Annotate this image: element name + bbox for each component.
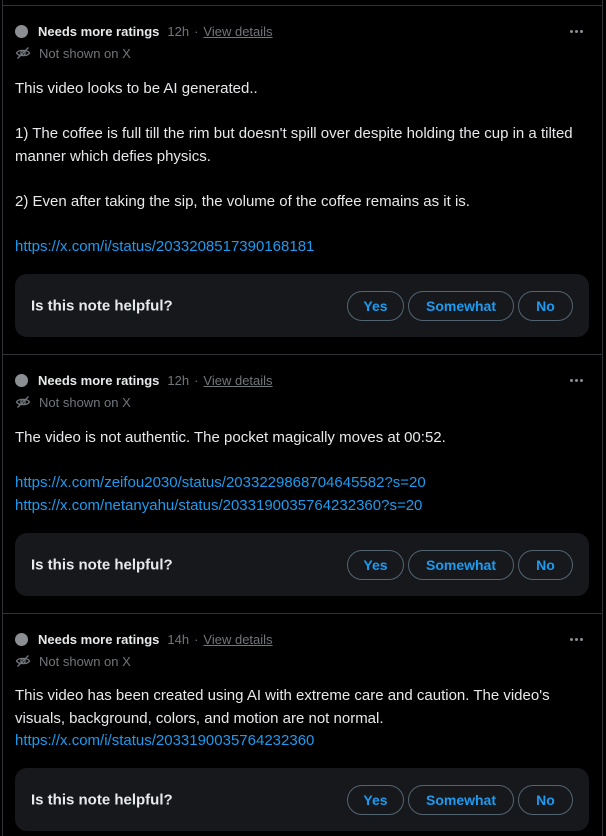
source-link[interactable]: https://x.com/i/status/20332085173901681… bbox=[15, 238, 314, 255]
helpful-question: Is this note helpful? bbox=[31, 556, 173, 573]
more-options-icon[interactable] bbox=[566, 370, 586, 390]
note-body: The video is not authentic. The pocket m… bbox=[15, 427, 582, 517]
separator: · bbox=[194, 372, 199, 388]
visibility-text: Not shown on X bbox=[39, 653, 131, 669]
notes-panel: Needs more ratings 12h · View details No… bbox=[2, 0, 603, 836]
rating-buttons: Yes Somewhat No bbox=[347, 290, 573, 321]
visibility-row: Not shown on X bbox=[15, 652, 131, 670]
note-age: 12h bbox=[167, 372, 190, 388]
separator: · bbox=[194, 631, 199, 647]
eye-off-icon bbox=[15, 47, 31, 59]
eye-off-icon bbox=[15, 655, 31, 667]
note-paragraph: This video looks to be AI generated.. bbox=[15, 80, 258, 97]
status-dot-icon bbox=[15, 24, 28, 38]
source-link[interactable]: https://x.com/i/status/20331900357642323… bbox=[15, 732, 314, 749]
note-header: Needs more ratings 12h · View details bbox=[15, 370, 590, 390]
no-button[interactable]: No bbox=[518, 290, 573, 321]
status-dot-icon bbox=[15, 373, 28, 387]
helpful-question: Is this note helpful? bbox=[31, 791, 173, 808]
view-details-link[interactable]: View details bbox=[203, 24, 272, 39]
status-dot-icon bbox=[15, 632, 28, 646]
community-note-2: Needs more ratings 12h · View details No… bbox=[3, 355, 602, 613]
view-details-link[interactable]: View details bbox=[203, 373, 272, 388]
source-link[interactable]: https://x.com/netanyahu/status/203319003… bbox=[15, 497, 422, 514]
somewhat-button[interactable]: Somewhat bbox=[408, 290, 514, 321]
community-note-1: Needs more ratings 12h · View details No… bbox=[3, 0, 602, 354]
note-body: This video has been created using AI wit… bbox=[15, 685, 582, 753]
source-link[interactable]: https://x.com/zeifou2030/status/20332298… bbox=[15, 474, 426, 491]
visibility-row: Not shown on X bbox=[15, 44, 131, 62]
more-options-icon[interactable] bbox=[566, 21, 586, 41]
somewhat-button[interactable]: Somewhat bbox=[408, 549, 514, 580]
note-age: 12h bbox=[167, 23, 190, 39]
eye-off-icon bbox=[15, 396, 31, 408]
note-paragraph: 2) Even after taking the sip, the volume… bbox=[15, 192, 470, 210]
yes-button[interactable]: Yes bbox=[347, 784, 404, 815]
note-status: Needs more ratings bbox=[38, 372, 160, 388]
visibility-text: Not shown on X bbox=[39, 45, 131, 61]
helpful-rating-box: Is this note helpful? Yes Somewhat No bbox=[15, 533, 589, 596]
note-status: Needs more ratings bbox=[38, 631, 160, 647]
helpful-rating-box: Is this note helpful? Yes Somewhat No bbox=[15, 768, 589, 831]
note-header: Needs more ratings 14h · View details bbox=[15, 629, 590, 649]
yes-button[interactable]: Yes bbox=[347, 549, 404, 580]
note-age: 14h bbox=[167, 631, 190, 647]
somewhat-button[interactable]: Somewhat bbox=[408, 784, 514, 815]
view-details-link[interactable]: View details bbox=[203, 632, 272, 647]
no-button[interactable]: No bbox=[518, 549, 573, 580]
visibility-text: Not shown on X bbox=[39, 394, 131, 410]
no-button[interactable]: No bbox=[518, 784, 573, 815]
rating-buttons: Yes Somewhat No bbox=[347, 784, 573, 815]
note-body: This video looks to be AI generated.. 1)… bbox=[15, 78, 582, 258]
separator: · bbox=[194, 23, 199, 39]
note-paragraph: The video is not authentic. The pocket m… bbox=[15, 429, 446, 446]
helpful-question: Is this note helpful? bbox=[31, 297, 173, 314]
note-header: Needs more ratings 12h · View details bbox=[15, 21, 590, 41]
note-status: Needs more ratings bbox=[38, 23, 160, 39]
community-note-3: Needs more ratings 14h · View details No… bbox=[3, 614, 602, 836]
yes-button[interactable]: Yes bbox=[347, 290, 404, 321]
note-paragraph: 1) The coffee is full till the rim but d… bbox=[15, 125, 573, 165]
rating-buttons: Yes Somewhat No bbox=[347, 549, 573, 580]
visibility-row: Not shown on X bbox=[15, 393, 131, 411]
note-paragraph: This video has been created using AI wit… bbox=[15, 687, 550, 727]
helpful-rating-box: Is this note helpful? Yes Somewhat No bbox=[15, 274, 589, 337]
more-options-icon[interactable] bbox=[566, 629, 586, 649]
